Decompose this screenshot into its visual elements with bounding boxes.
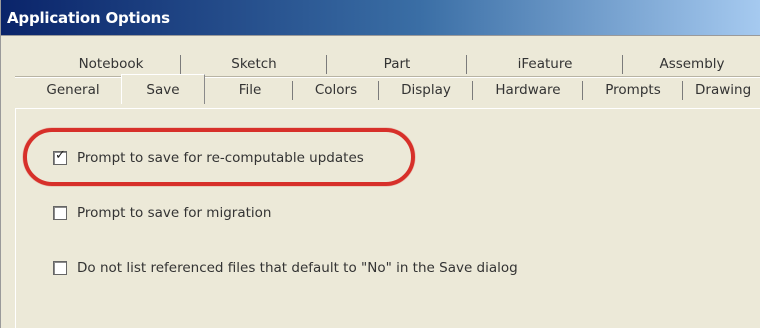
- tab-label: File: [238, 82, 262, 98]
- tab-colors[interactable]: Colors: [293, 78, 379, 103]
- tab-general[interactable]: General: [27, 78, 119, 103]
- tab-label: Display: [401, 82, 451, 98]
- tab-part[interactable]: Part: [327, 52, 467, 77]
- tab-label: Part: [383, 56, 411, 72]
- option-label: Do not list referenced files that defaul…: [77, 260, 518, 276]
- window-title: Application Options: [7, 9, 170, 27]
- tab-label: Notebook: [78, 56, 144, 72]
- title-bar[interactable]: Application Options: [1, 0, 760, 36]
- tab-label: iFeature: [517, 56, 573, 72]
- tab-row-front: General Save File Colors Display Hardwar…: [1, 74, 760, 104]
- tab-prompts[interactable]: Prompts: [583, 78, 683, 103]
- tab-label: Assembly: [659, 56, 725, 72]
- tab-label: Colors: [314, 82, 358, 98]
- option-label: Prompt to save for migration: [77, 205, 272, 221]
- checkbox-prompt-migration[interactable]: [53, 206, 67, 220]
- tab-strip: Notebook Sketch Part iFeature Assembly G…: [1, 44, 760, 108]
- tab-label: Drawing: [695, 82, 752, 98]
- tab-label: Prompts: [605, 82, 661, 98]
- tab-save[interactable]: Save: [121, 74, 205, 104]
- tab-row-back: Notebook Sketch Part iFeature Assembly: [1, 52, 760, 77]
- tab-assembly[interactable]: Assembly: [623, 52, 760, 77]
- tab-drawing[interactable]: Drawing: [685, 78, 760, 103]
- application-options-window: Application Options Notebook Sketch Part…: [0, 0, 760, 328]
- tab-hardware[interactable]: Hardware: [473, 78, 583, 103]
- tab-label: Sketch: [231, 56, 277, 72]
- highlight-ellipse: [23, 128, 415, 186]
- tab-display[interactable]: Display: [379, 78, 473, 103]
- tab-label: General: [46, 82, 100, 98]
- checkbox-do-not-list-referenced[interactable]: [53, 261, 67, 275]
- tab-ifeature[interactable]: iFeature: [467, 52, 623, 77]
- tab-label: Hardware: [495, 82, 561, 98]
- tab-separator: [682, 81, 683, 100]
- tab-file[interactable]: File: [207, 78, 293, 103]
- tab-label: Save: [146, 82, 180, 98]
